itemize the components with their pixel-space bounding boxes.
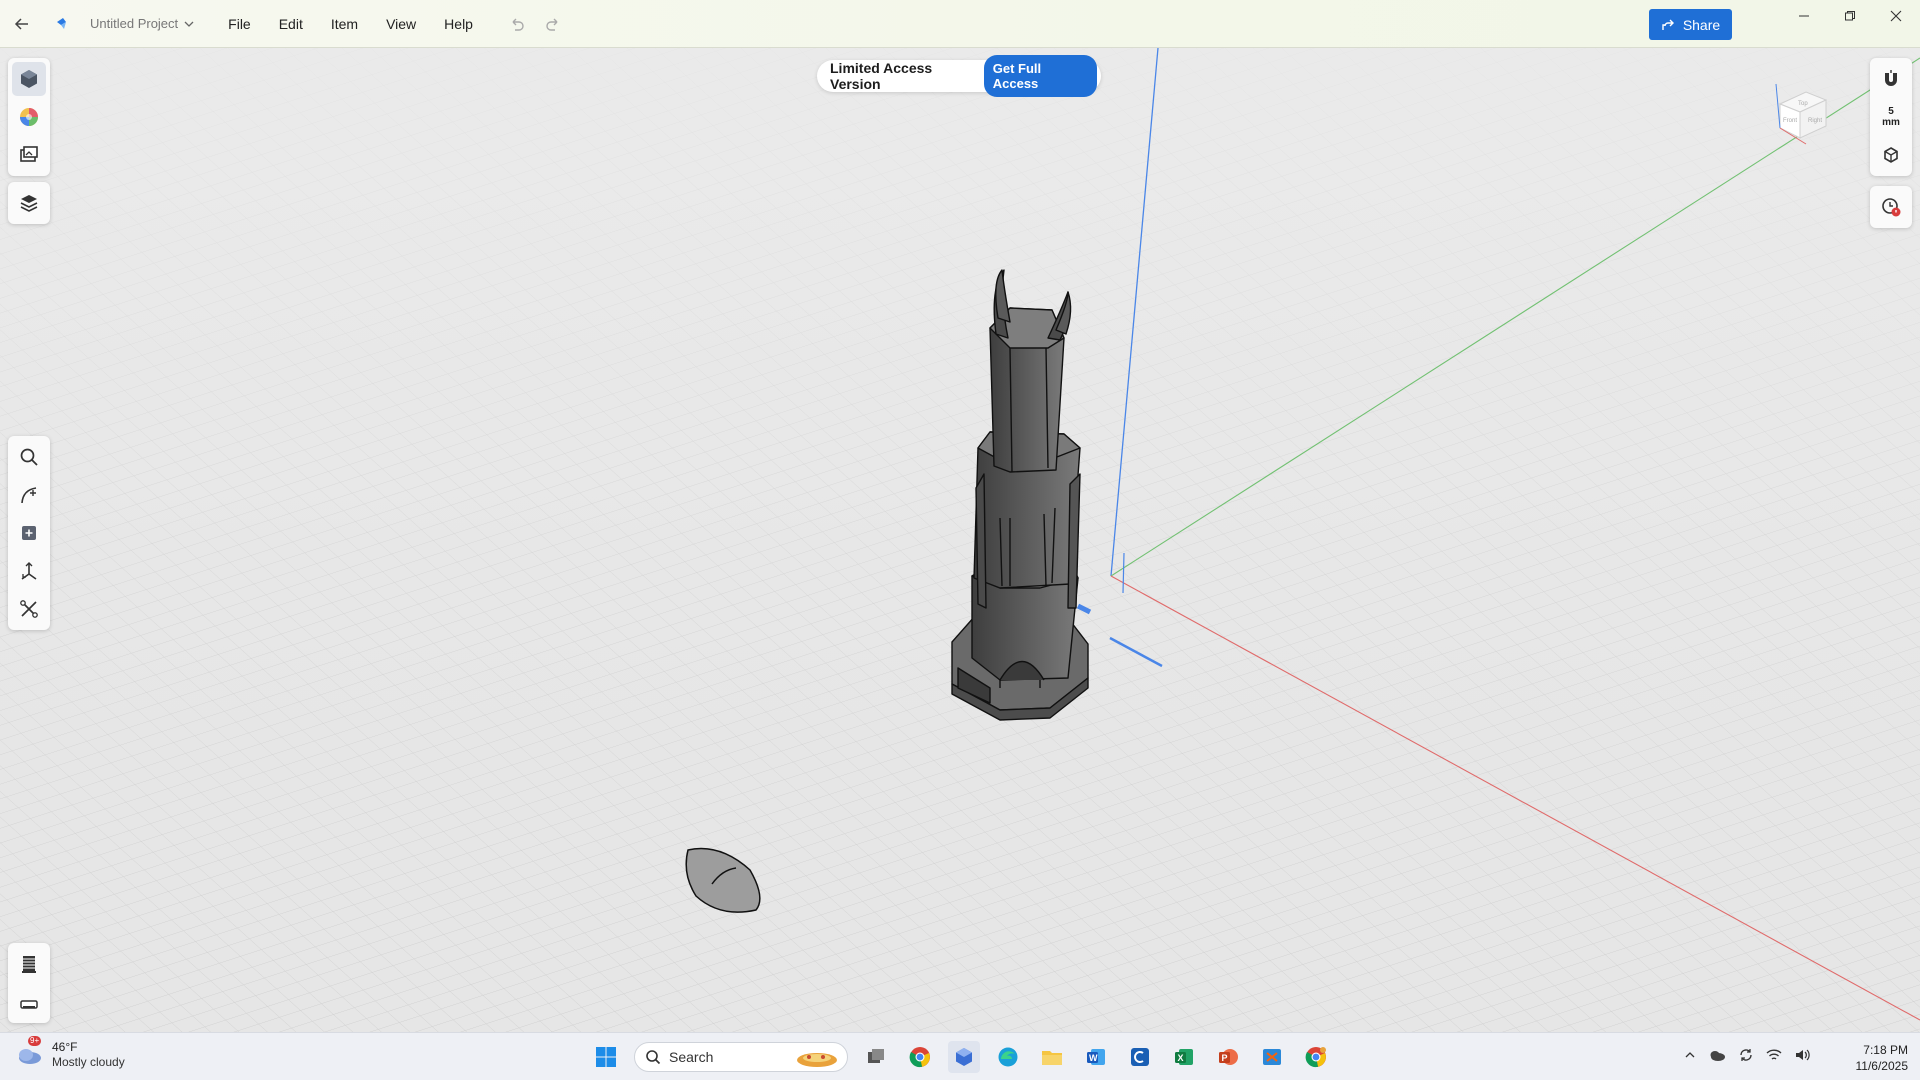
print-bed-icon[interactable] [12,947,46,981]
get-full-access-button[interactable]: Get Full Access [983,55,1097,97]
undo-icon[interactable] [501,8,533,40]
excel-icon[interactable]: X [1168,1041,1200,1073]
svg-text:P: P [1222,1053,1228,1063]
share-label: Share [1682,16,1721,33]
left-toolbar-bottom [8,943,50,1023]
taskbar-search[interactable]: Search [634,1042,848,1072]
right-toolbar: 5 mm [1870,58,1912,176]
sketch-curve-icon[interactable] [12,478,46,512]
system-tray [1684,1047,1810,1066]
chevron-down-icon [184,21,194,27]
menu-item[interactable]: Item [317,10,372,38]
edge-icon[interactable] [992,1041,1024,1073]
grid-unit-button[interactable]: 5 mm [1874,100,1908,134]
layers-icon[interactable] [12,186,46,220]
left-toolbar-top [8,58,50,176]
access-banner: Limited Access Version Get Full Access [817,55,1101,97]
project-selector[interactable]: Untitled Project [90,16,194,31]
windows-taskbar: 9+ 46°F Mostly cloudy Search W X P 7:18 … [0,1032,1920,1080]
chrome-profile-icon[interactable] [1300,1041,1332,1073]
restore-icon[interactable] [1827,0,1873,32]
clock[interactable]: 7:18 PM 11/6/2025 [1838,1042,1909,1074]
shapr3d-app-icon[interactable] [948,1041,980,1073]
sync-icon[interactable] [1738,1047,1754,1066]
3d-viewport[interactable]: Top Front Right Limited Access Version G… [0,48,1920,1032]
svg-text:W: W [1089,1053,1098,1063]
onedrive-cloud-icon[interactable] [1708,1048,1726,1065]
clock-date: 11/6/2025 [1855,1059,1909,1073]
project-name: Untitled Project [90,16,179,31]
title-bar: Untitled Project File Edit Item View Hel… [0,0,1920,48]
share-icon [1662,19,1674,30]
menu-file[interactable]: File [214,10,265,38]
menu-help[interactable]: Help [430,10,487,38]
close-icon[interactable] [1873,0,1919,32]
ground-grid: Top Front Right [0,48,1920,1032]
weather-condition: Mostly cloudy [52,1054,125,1069]
add-shape-icon[interactable] [12,516,46,550]
transform-icon[interactable] [12,554,46,588]
weather-widget[interactable]: 9+ 46°F Mostly cloudy [14,1036,125,1069]
volume-icon[interactable] [1794,1048,1810,1065]
access-text: Limited Access Version [830,60,933,92]
cura-app-icon[interactable] [1124,1041,1156,1073]
chrome-icon[interactable] [904,1041,936,1073]
clock-time: 7:18 PM [1863,1043,1908,1057]
view-cube-right: Right [1808,118,1822,124]
powerpoint-icon[interactable]: P [1212,1041,1244,1073]
share-button[interactable]: Share [1649,9,1732,40]
minimize-icon[interactable] [1781,0,1827,32]
cut-tools-icon[interactable] [12,592,46,626]
search-placeholder: Search [669,1049,714,1065]
image-layers-icon[interactable] [12,138,46,172]
weather-cloud-icon: 9+ [14,1036,44,1069]
view-cube-top: Top [1798,101,1808,107]
app-logo-icon [46,8,78,40]
perspective-cube-icon[interactable] [1874,138,1908,172]
grid-unit-value: 5 [1888,106,1894,117]
redo-icon[interactable] [537,8,569,40]
weather-badge: 9+ [28,1036,42,1046]
snipping-tool-icon[interactable] [1256,1041,1288,1073]
wifi-icon[interactable] [1766,1048,1782,1065]
file-explorer-icon[interactable] [1036,1041,1068,1073]
left-toolbar-layers [8,182,50,224]
search-highlight-icon [797,1053,837,1067]
history-icon[interactable] [1874,190,1908,224]
windows-start-icon[interactable] [590,1041,622,1073]
menu-bar: File Edit Item View Help [214,10,487,38]
menu-edit[interactable]: Edit [265,10,317,38]
weather-temp: 46°F [52,1039,78,1054]
search-icon [646,1050,661,1065]
color-wheel-icon[interactable] [12,100,46,134]
view-cube-front: Front [1783,118,1797,124]
search-icon[interactable] [12,440,46,474]
back-arrow-icon[interactable] [6,8,38,40]
task-view-icon[interactable] [860,1041,892,1073]
grid-unit-label: mm [1882,117,1900,128]
chevron-up-icon[interactable] [1684,1049,1696,1064]
word-icon[interactable]: W [1080,1041,1112,1073]
right-toolbar-history [1870,186,1912,228]
magnet-snap-icon[interactable] [1874,62,1908,96]
left-toolbar-nav [8,436,50,630]
scene-objects-icon[interactable] [12,62,46,96]
menu-view[interactable]: View [372,10,430,38]
export-icon[interactable] [12,985,46,1019]
svg-text:X: X [1178,1053,1184,1063]
